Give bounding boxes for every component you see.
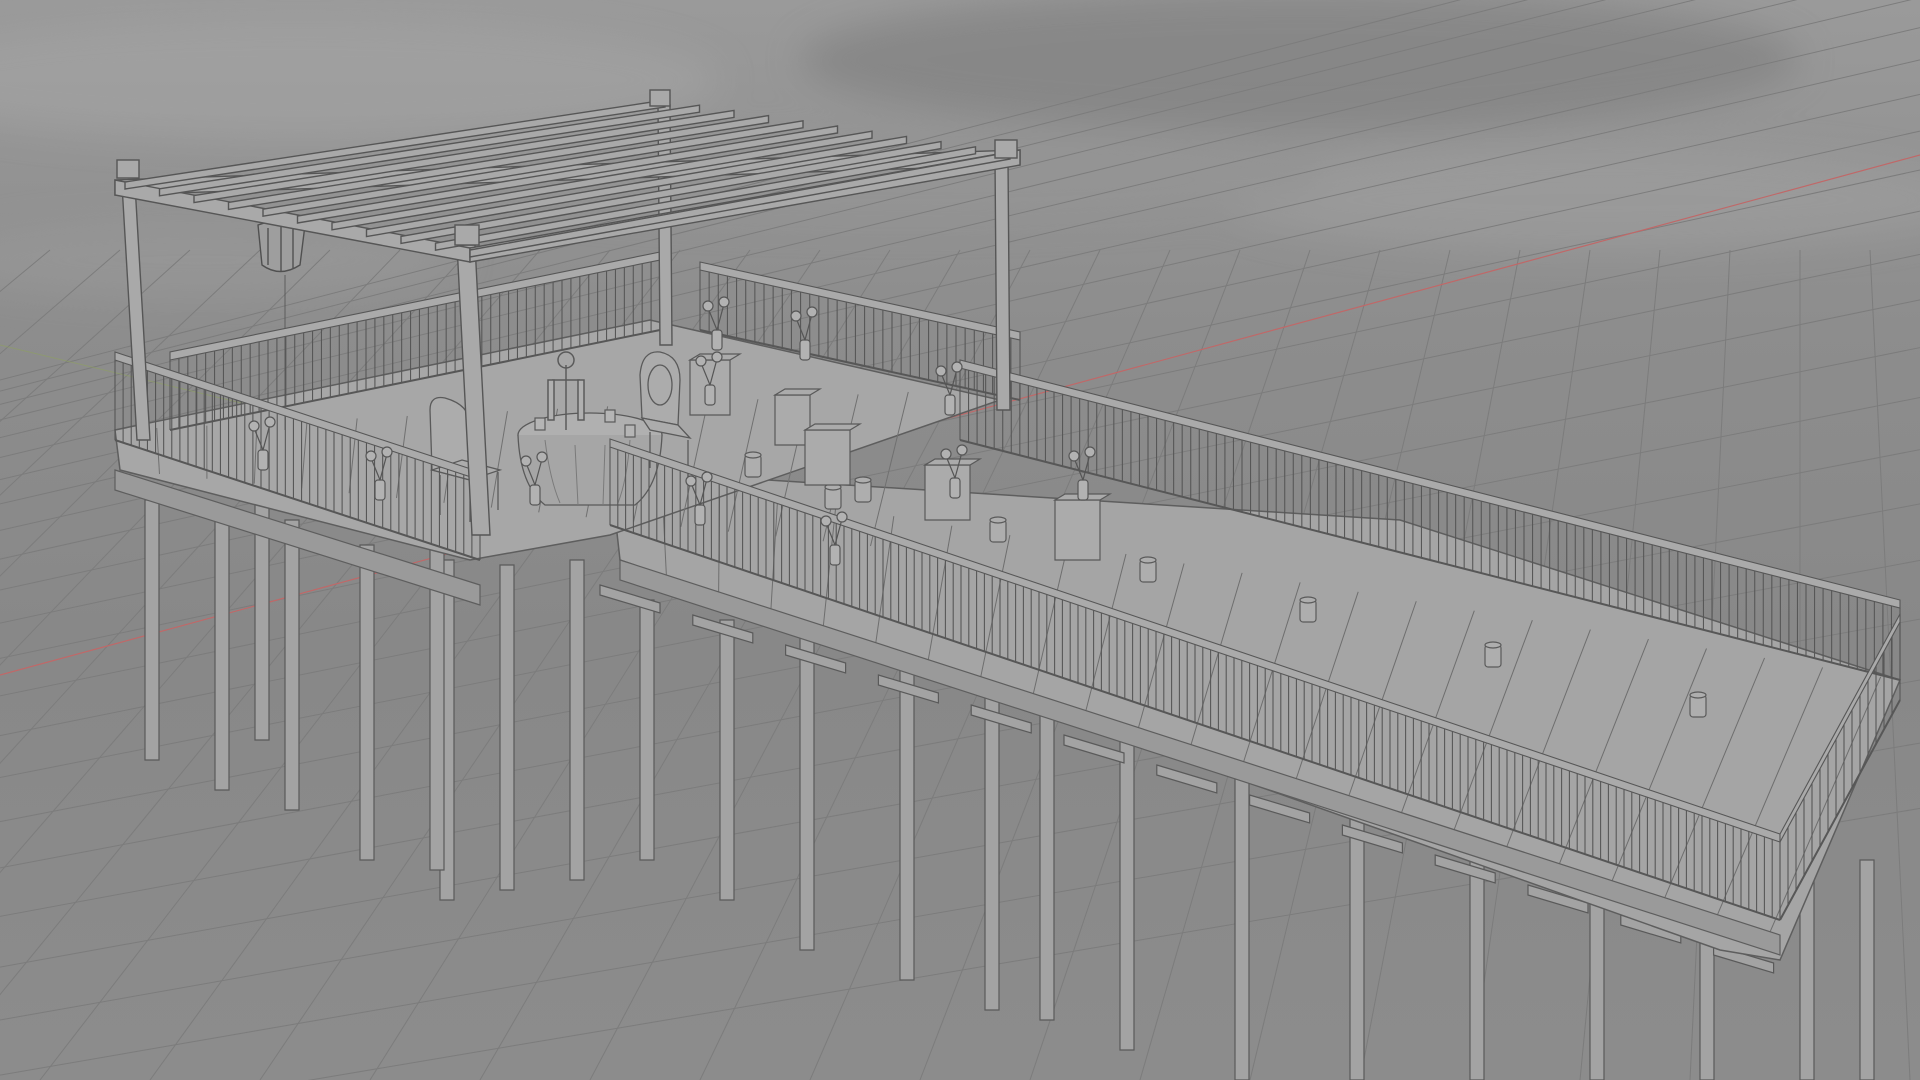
vase — [829, 544, 841, 566]
support-piling — [899, 649, 915, 981]
flower-head — [685, 475, 697, 487]
vase — [529, 484, 541, 506]
flower-head — [806, 306, 818, 318]
flower-head — [365, 450, 377, 462]
candle-top — [1299, 596, 1317, 604]
vase — [949, 477, 961, 499]
support-piling — [1859, 859, 1875, 1080]
flower-head — [951, 361, 963, 373]
railing-top-rail — [699, 261, 1021, 341]
pedestal — [924, 464, 971, 521]
pedestal-top — [802, 423, 863, 431]
flower-head — [935, 365, 947, 377]
support-piling — [1119, 719, 1135, 1051]
vase — [257, 449, 269, 471]
support-piling — [429, 544, 445, 871]
support-piling — [1234, 759, 1250, 1080]
support-piling — [639, 599, 655, 861]
vase — [694, 504, 706, 526]
flower-head — [940, 448, 952, 460]
vase — [1077, 479, 1089, 501]
candle-top — [1689, 691, 1707, 699]
flower-head — [381, 446, 393, 458]
vase — [799, 339, 811, 361]
support-piling — [799, 629, 815, 951]
3d-viewport[interactable] — [0, 0, 1920, 1080]
viewport-canvas[interactable] — [0, 0, 1920, 1080]
support-piling — [499, 564, 515, 891]
candle-top — [989, 516, 1007, 524]
flower-head — [711, 351, 723, 363]
support-piling — [284, 519, 300, 811]
pedestal — [1054, 499, 1101, 561]
vase — [374, 479, 386, 501]
support-piling — [569, 559, 585, 881]
vase — [704, 384, 716, 406]
flower-head — [536, 451, 548, 463]
support-piling — [144, 499, 160, 761]
flower-head — [956, 444, 968, 456]
support-piling — [359, 544, 375, 861]
pedestal — [804, 429, 851, 486]
candle-top — [744, 451, 762, 459]
flower-head — [718, 296, 730, 308]
pedestal-top — [922, 458, 983, 466]
support-piling — [214, 509, 230, 791]
flower-head — [695, 355, 707, 367]
flower-head — [702, 300, 714, 312]
vase — [944, 394, 956, 416]
candle-top — [1484, 641, 1502, 649]
support-piling — [1039, 689, 1055, 1021]
flower-head — [264, 416, 276, 428]
flower-head — [701, 471, 713, 483]
candle-top — [854, 476, 872, 484]
vase — [711, 329, 723, 351]
flower-head — [836, 511, 848, 523]
support-piling — [984, 674, 1000, 1011]
flower-stem — [1082, 453, 1091, 481]
flower-head — [820, 515, 832, 527]
flower-head — [520, 455, 532, 467]
flower-head — [790, 310, 802, 322]
flower-head — [1068, 450, 1080, 462]
pergola-post-right — [994, 159, 1011, 411]
support-piling — [719, 619, 735, 901]
flower-head — [1084, 446, 1096, 458]
candle-top — [1139, 556, 1157, 564]
flower-head — [248, 420, 260, 432]
